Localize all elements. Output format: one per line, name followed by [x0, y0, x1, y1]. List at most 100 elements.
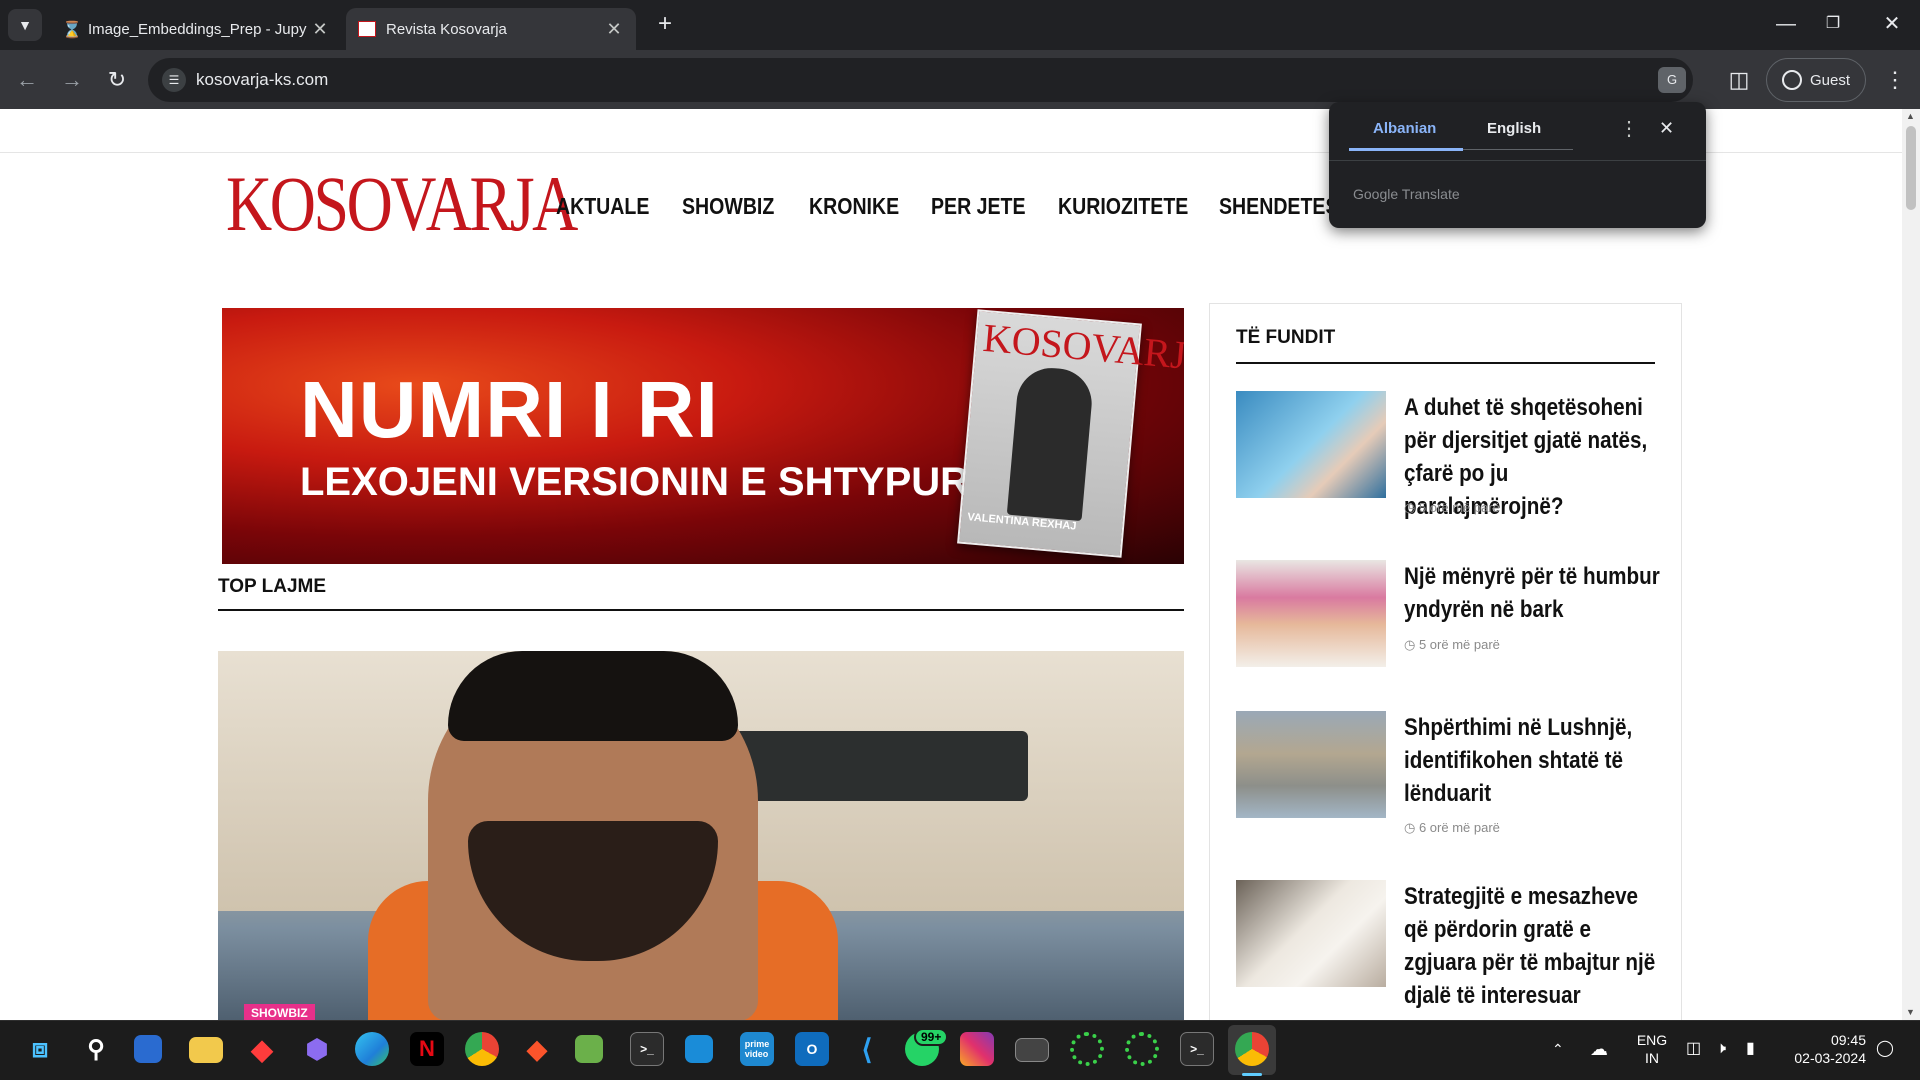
clock-date: 02-03-2024 [1794, 1050, 1866, 1066]
clock-time: 09:45 [1830, 1032, 1866, 1048]
search-icon[interactable]: ⚲ [79, 1032, 113, 1066]
translate-icon[interactable]: G [1658, 67, 1686, 93]
category-badge[interactable]: SHOWBIZ [244, 1004, 315, 1020]
instagram-icon[interactable] [960, 1032, 994, 1066]
hero-article-image[interactable]: SHOWBIZ [218, 651, 1184, 1020]
app-blue-window-icon[interactable] [685, 1035, 713, 1063]
article-title[interactable]: Shpërthimi në Lushnjë, identifikohen sht… [1404, 711, 1666, 810]
nav-showbiz[interactable]: SHOWBIZ [682, 193, 774, 220]
widgets-icon[interactable] [134, 1035, 162, 1063]
windows-start-icon[interactable]: ⧈ [23, 1032, 57, 1066]
magazine-title: KOSOVARJA [981, 314, 1184, 381]
url-text: kosovarja-ks.com [196, 70, 329, 89]
chevron-down-icon: ▼ [18, 17, 32, 33]
article-time: ◷ 5 orë më parë [1404, 500, 1500, 516]
volume-muted-icon[interactable]: 🕨 [1716, 1040, 1726, 1058]
restore-button[interactable]: ❐ [1813, 10, 1853, 38]
region-code: IN [1645, 1050, 1659, 1066]
network-icon[interactable]: ◫ [1686, 1040, 1701, 1058]
scroll-up-icon[interactable]: ▲ [1906, 111, 1915, 121]
scrollbar-thumb[interactable] [1906, 126, 1916, 210]
clock[interactable]: 09:45 02-03-2024 [1782, 1031, 1866, 1067]
close-popup-icon[interactable]: ✕ [1659, 118, 1674, 139]
scroll-down-icon[interactable]: ▼ [1906, 1007, 1915, 1017]
file-explorer-icon[interactable] [189, 1037, 223, 1063]
clock-icon: ◷ [1404, 637, 1419, 652]
page-scrollbar[interactable]: ▲ ▼ [1902, 109, 1920, 1020]
close-tab-icon[interactable]: ✕ [310, 19, 330, 40]
person-icon [1781, 70, 1802, 90]
latest-article[interactable]: Shpërthimi në Lushnjë, identifikohen sht… [1236, 711, 1656, 851]
nav-kuriozitete[interactable]: KURIOZITETE [1058, 193, 1188, 220]
article-title[interactable]: Një mënyrë për të humbur yndyrën në bark [1404, 560, 1666, 626]
article-thumbnail[interactable] [1236, 391, 1386, 498]
reload-icon[interactable]: ↻ [102, 66, 132, 94]
profile-button[interactable]: Guest [1766, 58, 1866, 102]
minimize-button[interactable]: — [1766, 10, 1806, 38]
language-indicator[interactable]: ENG IN [1632, 1031, 1672, 1067]
latest-article[interactable]: A duhet të shqetësoheni për djersitjet g… [1236, 391, 1656, 531]
article-thumbnail[interactable] [1236, 560, 1386, 667]
article-thumbnail[interactable] [1236, 711, 1386, 818]
app-green-ring-2-icon[interactable] [1125, 1032, 1159, 1066]
image-app-icon[interactable] [575, 1035, 603, 1063]
article-time: ◷ 5 orë më parë [1404, 637, 1500, 653]
web-page: KOSOVARJA AKTUALE SHOWBIZ KRONIKE PER JE… [0, 109, 1902, 1020]
vscode-icon[interactable]: ⟨ [850, 1032, 884, 1066]
cover-person-image [1006, 365, 1095, 522]
translate-popup: Albanian English ⋮ ✕ Google Translate [1329, 102, 1706, 228]
target-language-tab[interactable]: English [1487, 120, 1541, 137]
article-thumbnail[interactable] [1236, 880, 1386, 987]
active-app-indicator [1242, 1073, 1262, 1076]
article-title[interactable]: Strategjitë e mesazheve që përdorin grat… [1404, 880, 1666, 1012]
latest-article[interactable]: Një mënyrë për të humbur yndyrën në bark… [1236, 560, 1660, 670]
prime-video-icon[interactable]: prime video [740, 1032, 774, 1066]
tab-kosovarja[interactable]: Revista Kosovarja ✕ [346, 8, 636, 50]
nav-aktuale[interactable]: AKTUALE [556, 193, 649, 220]
chrome-icon[interactable] [465, 1032, 499, 1066]
clock-icon: ◷ [1404, 500, 1419, 515]
tab-jupyter[interactable]: ⌛ Image_Embeddings_Prep - Jupy ✕ [50, 8, 342, 50]
app-green-ring-icon[interactable] [1070, 1032, 1104, 1066]
menu-icon[interactable]: ⋮ [1880, 66, 1910, 94]
edge-icon[interactable] [355, 1032, 389, 1066]
hourglass-icon: ⌛ [62, 22, 82, 39]
app-purple-icon[interactable]: ⬢ [300, 1032, 334, 1066]
battery-icon[interactable]: ▮ [1746, 1040, 1755, 1058]
notification-bell-icon[interactable]: ◯ [1876, 1040, 1894, 1058]
brave-icon[interactable]: ◆ [520, 1032, 554, 1066]
nav-shendetesi[interactable]: SHENDETES [1219, 193, 1339, 220]
tab-search-button[interactable]: ▼ [8, 9, 42, 41]
site-logo[interactable]: KOSOVARJA [226, 165, 578, 243]
app-gray-window-icon[interactable] [1015, 1038, 1049, 1062]
hero-hair [448, 651, 738, 741]
article-time-text: 5 orë më parë [1418, 637, 1500, 652]
kosovarja-favicon-icon [358, 21, 376, 37]
forward-icon[interactable]: → [57, 66, 87, 94]
chrome-active-icon[interactable] [1235, 1032, 1269, 1066]
article-time-text: 6 orë më parë [1418, 820, 1500, 835]
latest-article[interactable]: Strategjitë e mesazheve që përdorin grat… [1236, 880, 1656, 1020]
outlook-icon[interactable]: O [795, 1032, 829, 1066]
more-options-icon[interactable]: ⋮ [1619, 116, 1639, 141]
powershell-icon[interactable]: >_ [1180, 1032, 1214, 1066]
address-bar[interactable]: ☰ kosovarja-ks.com G [148, 58, 1693, 102]
new-tab-button[interactable]: + [650, 8, 680, 40]
netflix-icon[interactable]: N [410, 1032, 444, 1066]
section-divider [218, 609, 1184, 611]
new-issue-banner[interactable]: NUMRI I RI LEXOJENI VERSIONIN E SHTYPUR … [222, 308, 1184, 564]
close-window-button[interactable]: ✕ [1872, 10, 1912, 38]
nav-per-jete[interactable]: PER JETE [931, 193, 1026, 220]
side-panel-icon[interactable]: ◫ [1724, 66, 1754, 94]
app-red-diamond-icon[interactable]: ◆ [245, 1032, 279, 1066]
terminal-icon[interactable]: >_ [630, 1032, 664, 1066]
source-language-tab[interactable]: Albanian [1373, 120, 1436, 137]
tab-underline [1463, 149, 1573, 150]
back-icon[interactable]: ← [12, 66, 42, 94]
site-info-icon[interactable]: ☰ [162, 68, 186, 92]
nav-kronike[interactable]: KRONIKE [809, 193, 899, 220]
show-hidden-icons[interactable]: ⌃ [1552, 1040, 1564, 1058]
article-time-text: 5 orë më parë [1418, 500, 1500, 515]
close-tab-icon[interactable]: ✕ [604, 19, 624, 40]
onedrive-icon[interactable]: ☁ [1590, 1040, 1608, 1058]
